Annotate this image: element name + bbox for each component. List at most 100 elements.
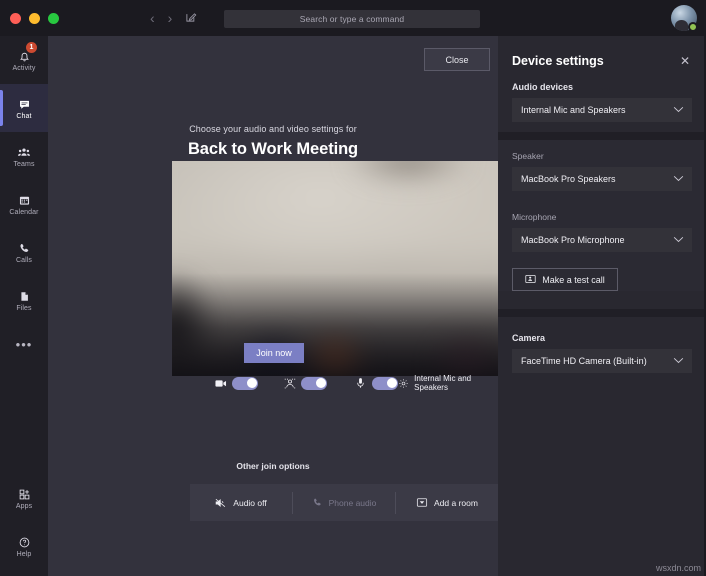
audio-devices-value: Internal Mic and Speakers: [521, 105, 626, 115]
audio-devices-label: Audio devices: [512, 82, 574, 92]
panel-title: Device settings: [512, 54, 604, 68]
close-icon[interactable]: ✕: [680, 55, 690, 67]
sidebar-label-calls: Calls: [15, 256, 33, 264]
sidebar-label-teams: Teams: [13, 160, 35, 168]
calendar-icon: [18, 193, 31, 208]
microphone-control: [354, 376, 398, 390]
prejoin-subtitle: Choose your audio and video settings for: [189, 124, 357, 134]
microphone-value: MacBook Pro Microphone: [521, 235, 625, 245]
activity-badge: 1: [26, 42, 37, 53]
sidebar-item-calls[interactable]: Calls: [0, 228, 48, 276]
join-option-audio-off[interactable]: Audio off: [190, 484, 292, 521]
sidebar-more-button[interactable]: •••: [0, 324, 48, 364]
other-join-options-bar: Audio off Phone audio Add a room: [190, 484, 498, 521]
test-call-icon: [525, 274, 536, 286]
device-settings-header: Device settings ✕: [498, 36, 706, 68]
make-test-call-label: Make a test call: [542, 274, 605, 285]
maximize-window-button[interactable]: [48, 12, 59, 24]
sidebar-label-help: Help: [16, 550, 32, 558]
sidebar-item-activity[interactable]: Activity 1: [0, 36, 48, 84]
sidebar-item-calendar[interactable]: Calendar: [0, 180, 48, 228]
speaker-label: Speaker: [512, 151, 544, 161]
watermark: wsxdn.com: [655, 563, 701, 573]
microphone-toggle-knob: [386, 378, 397, 388]
app-rail: Activity 1 Chat Teams Calendar Calls Fil…: [0, 36, 48, 576]
video-preview-gradient: [172, 161, 498, 376]
device-settings-panel: Device settings ✕ Audio devices Internal…: [498, 36, 706, 576]
phone-icon: [312, 497, 323, 508]
background-blur-toggle[interactable]: [301, 376, 327, 390]
join-option-add-a-room[interactable]: Add a room: [396, 484, 498, 521]
background-control: [283, 376, 327, 390]
close-button[interactable]: Close: [424, 48, 490, 71]
panel-section-divider: [498, 132, 706, 140]
teams-icon: [17, 145, 31, 160]
phone-icon: [18, 241, 31, 256]
rail-bottom-group: Apps Help: [0, 474, 48, 570]
device-settings-speaker-mic-section: Speaker MacBook Pro Speakers Microphone …: [498, 140, 706, 291]
prejoin-stage: Close Choose your audio and video settin…: [48, 36, 498, 576]
back-icon[interactable]: ‹: [150, 11, 155, 25]
chat-icon: [18, 97, 31, 112]
panel-section-divider: [498, 309, 706, 317]
sidebar-label-calendar: Calendar: [9, 208, 39, 216]
device-settings-camera-section: Camera FaceTime HD Camera (Built-in): [498, 317, 706, 373]
camera-control: [214, 376, 258, 390]
speaker-muted-icon: [215, 498, 227, 508]
prejoin-controls: Internal Mic and Speakers: [172, 370, 498, 396]
meeting-title: Back to Work Meeting: [187, 140, 359, 158]
files-icon: [18, 289, 31, 304]
window-traffic-lights: [0, 12, 150, 24]
teams-prejoin-window: ‹ › Search or type a command Activity 1 …: [0, 0, 706, 576]
minimize-window-button[interactable]: [29, 12, 40, 24]
join-now-button[interactable]: Join now: [244, 343, 304, 363]
sidebar-label-files: Files: [16, 304, 32, 312]
sidebar-item-help[interactable]: Help: [0, 522, 48, 570]
join-option-phone-audio: Phone audio: [293, 484, 395, 521]
chevron-down-icon: [673, 175, 684, 184]
background-blur-icon: [283, 378, 296, 389]
room-icon: [416, 497, 428, 508]
audio-devices-select[interactable]: Internal Mic and Speakers: [512, 98, 692, 122]
microphone-select[interactable]: MacBook Pro Microphone: [512, 228, 692, 252]
chevron-down-icon: [673, 106, 684, 115]
join-option-label: Phone audio: [328, 497, 377, 508]
sidebar-label-apps: Apps: [15, 502, 33, 510]
forward-icon[interactable]: ›: [168, 11, 173, 25]
search-placeholder: Search or type a command: [299, 14, 405, 24]
search-input[interactable]: Search or type a command: [224, 10, 480, 28]
camera-toggle[interactable]: [232, 376, 258, 390]
background-blur-toggle-knob: [315, 378, 326, 388]
sidebar-item-files[interactable]: Files: [0, 276, 48, 324]
microphone-label: Microphone: [512, 212, 557, 222]
help-icon: [18, 535, 31, 550]
device-settings-audio-section: Device settings ✕ Audio devices Internal…: [498, 36, 706, 122]
close-window-button[interactable]: [10, 12, 21, 24]
avatar[interactable]: [671, 5, 698, 32]
gear-icon: [398, 378, 409, 389]
compose-icon[interactable]: [185, 11, 197, 25]
speaker-select[interactable]: MacBook Pro Speakers: [512, 167, 692, 191]
make-test-call-button[interactable]: Make a test call: [512, 268, 618, 291]
join-option-label: Add a room: [434, 497, 478, 508]
microphone-toggle[interactable]: [372, 376, 398, 390]
camera-select[interactable]: FaceTime HD Camera (Built-in): [512, 349, 692, 373]
chevron-down-icon: [673, 357, 684, 366]
camera-toggle-knob: [246, 378, 257, 388]
device-selector[interactable]: Internal Mic and Speakers: [398, 374, 494, 392]
presence-indicator: [688, 22, 698, 32]
sidebar-label-activity: Activity: [12, 64, 36, 72]
sidebar-label-chat: Chat: [16, 112, 32, 120]
camera-value: FaceTime HD Camera (Built-in): [521, 356, 647, 366]
video-preview[interactable]: [172, 161, 498, 376]
sidebar-item-teams[interactable]: Teams: [0, 132, 48, 180]
sidebar-item-chat[interactable]: Chat: [0, 84, 48, 132]
microphone-icon: [354, 377, 367, 389]
device-label: Internal Mic and Speakers: [414, 374, 472, 392]
other-join-options-label: Other join options: [236, 461, 310, 471]
nav-icon-group: ‹ ›: [150, 11, 197, 25]
apps-icon: [18, 487, 31, 502]
camera-label: Camera: [512, 333, 546, 343]
sidebar-item-apps[interactable]: Apps: [0, 474, 48, 522]
video-camera-icon: [214, 379, 227, 388]
